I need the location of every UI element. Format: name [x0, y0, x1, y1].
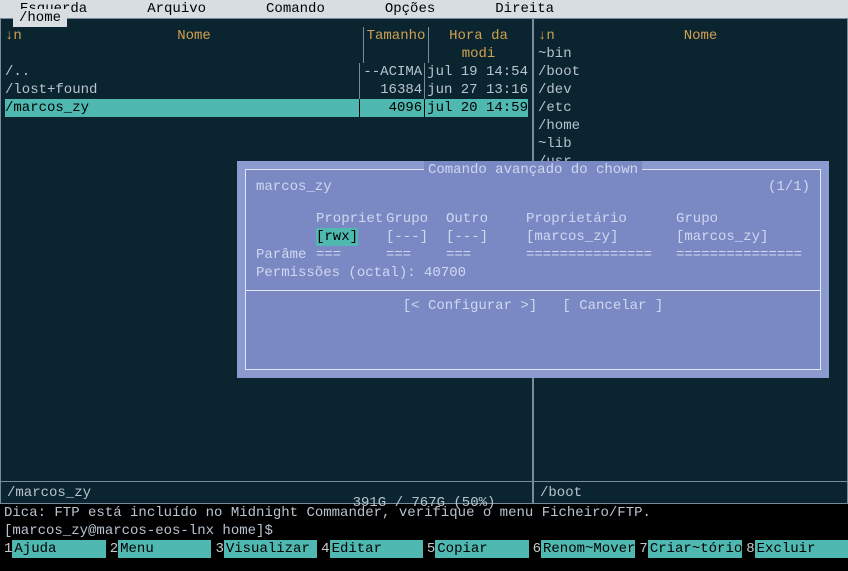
table-row[interactable]: /dev	[538, 81, 843, 99]
table-row[interactable]: /..--ACIMAjul 19 14:54	[5, 63, 528, 81]
chown-dialog: Comando avançado do chown marcos_zy (1/1…	[237, 161, 829, 378]
perm-group-field[interactable]: [---]	[386, 228, 446, 246]
fkey-3[interactable]: 3Visualizar	[211, 540, 317, 558]
col-time[interactable]: Hora da modi	[428, 27, 528, 63]
menubar: Esquerda Arquivo Comando Opções Direita	[0, 0, 848, 18]
head-group-perm: Grupo	[386, 210, 446, 228]
perm-other-field[interactable]: [---]	[446, 228, 526, 246]
head-owner-perm: Propriet	[316, 210, 386, 228]
fkey-5[interactable]: 5Copiar	[423, 540, 529, 558]
table-row[interactable]: ~lib	[538, 135, 843, 153]
dialog-title: Comando avançado do chown	[424, 161, 642, 179]
dialog-filename: marcos_zy	[256, 178, 332, 196]
fkey-6[interactable]: 6Renom~Mover	[529, 540, 636, 558]
dialog-count: (1/1)	[768, 178, 810, 196]
param-x: ===	[446, 246, 526, 264]
function-keys: 1Ajuda2Menu3Visualizar4Editar5Copiar6Ren…	[0, 540, 848, 558]
param-owner: ===============	[526, 246, 676, 264]
group-name-field[interactable]: [marcos_zy]	[676, 228, 796, 246]
table-row[interactable]: /marcos_zy4096jul 20 14:59	[5, 99, 528, 117]
fkey-1[interactable]: 1Ajuda	[0, 540, 106, 558]
fkey-2[interactable]: 2Menu	[106, 540, 212, 558]
shell-prompt[interactable]: [marcos_zy@marcos-eos-lnx home]$	[0, 522, 848, 540]
octal-line: Permissões (octal): 40700	[256, 264, 810, 282]
table-row[interactable]: /home	[538, 117, 843, 135]
param-label: Parâme	[256, 246, 316, 264]
col-size[interactable]: Tamanho	[363, 27, 428, 63]
col-n-icon[interactable]: ↓n	[5, 27, 25, 63]
fkey-4[interactable]: 4Editar	[317, 540, 423, 558]
menu-right[interactable]: Direita	[495, 0, 554, 18]
configure-button[interactable]: [< Configurar >]	[403, 298, 537, 314]
col-n-icon[interactable]: ↓n	[538, 27, 558, 45]
head-other-perm: Outro	[446, 210, 526, 228]
left-panel-header: ↓n Nome Tamanho Hora da modi	[1, 27, 532, 63]
menu-command[interactable]: Comando	[266, 0, 325, 18]
perm-owner-field[interactable]: [rwx]	[316, 228, 358, 246]
left-panel-path[interactable]: /home	[13, 9, 67, 27]
param-g: ===	[386, 246, 446, 264]
right-panel-header: ↓n Nome	[534, 27, 847, 45]
table-row[interactable]: /boot	[538, 63, 843, 81]
param-o: ===	[316, 246, 386, 264]
table-row[interactable]: /lost+found16384jun 27 13:16	[5, 81, 528, 99]
cancel-button[interactable]: [ Cancelar ]	[562, 298, 663, 314]
col-name[interactable]: Nome	[558, 27, 843, 45]
table-row[interactable]: ~bin	[538, 45, 843, 63]
right-panel-footer: /boot	[534, 481, 847, 503]
fkey-7[interactable]: 7Criar~tório	[635, 540, 742, 558]
menu-file[interactable]: Arquivo	[147, 0, 206, 18]
menu-options[interactable]: Opções	[385, 0, 435, 18]
param-group: ===============	[676, 246, 796, 264]
col-name[interactable]: Nome	[25, 27, 363, 63]
fkey-8[interactable]: 8Excluir	[742, 540, 848, 558]
table-row[interactable]: /etc	[538, 99, 843, 117]
head-owner-name: Proprietário	[526, 210, 676, 228]
head-group-name: Grupo	[676, 210, 796, 228]
owner-name-field[interactable]: [marcos_zy]	[526, 228, 676, 246]
